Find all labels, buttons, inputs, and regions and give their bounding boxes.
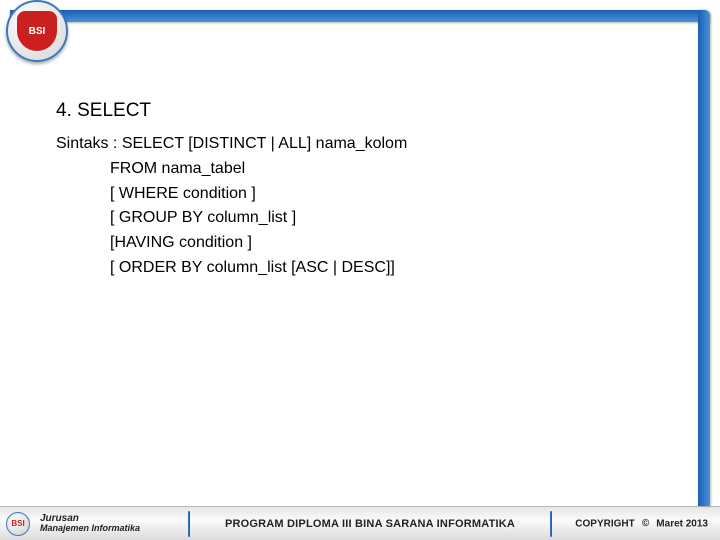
slide-heading: 4. SELECT: [56, 100, 660, 122]
syntax-line-2: [ WHERE condition ]: [56, 182, 660, 207]
logo-shield-icon: BSI: [17, 11, 57, 51]
syntax-line-3: [ GROUP BY column_list ]: [56, 206, 660, 231]
slide-right-border: [698, 10, 710, 506]
slide-content: 4. SELECT Sintaks : SELECT [DISTINCT | A…: [56, 100, 660, 281]
footer-separator-left: [188, 511, 190, 537]
syntax-line-4: [HAVING condition ]: [56, 231, 660, 256]
syntax-line-5: [ ORDER BY column_list [ASC | DESC]]: [56, 256, 660, 281]
syntax-label: Sintaks :: [56, 135, 122, 152]
copyright-date: Maret 2013: [656, 518, 708, 529]
institution-logo: BSI: [6, 0, 68, 62]
footer-dept-line2: Manajemen Informatika: [40, 524, 180, 534]
footer-department: Jurusan Manajemen Informatika: [30, 513, 180, 534]
copyright-icon: ©: [640, 518, 652, 530]
footer-logo-text: BSI: [11, 519, 24, 528]
footer-copyright: COPYRIGHT © Maret 2013: [560, 518, 720, 530]
logo-text: BSI: [29, 26, 46, 37]
footer-logo-icon: BSI: [6, 512, 30, 536]
footer-separator-right: [550, 511, 552, 537]
slide-footer: BSI Jurusan Manajemen Informatika PROGRA…: [0, 506, 720, 540]
copyright-word: COPYRIGHT: [575, 518, 634, 529]
syntax-line-0: SELECT [DISTINCT | ALL] nama_kolom: [122, 135, 407, 152]
slide-top-border: [10, 10, 710, 22]
syntax-line-1: FROM nama_tabel: [56, 157, 660, 182]
footer-program-title: PROGRAM DIPLOMA III BINA SARANA INFORMAT…: [198, 518, 542, 530]
syntax-block: Sintaks : SELECT [DISTINCT | ALL] nama_k…: [56, 132, 660, 281]
